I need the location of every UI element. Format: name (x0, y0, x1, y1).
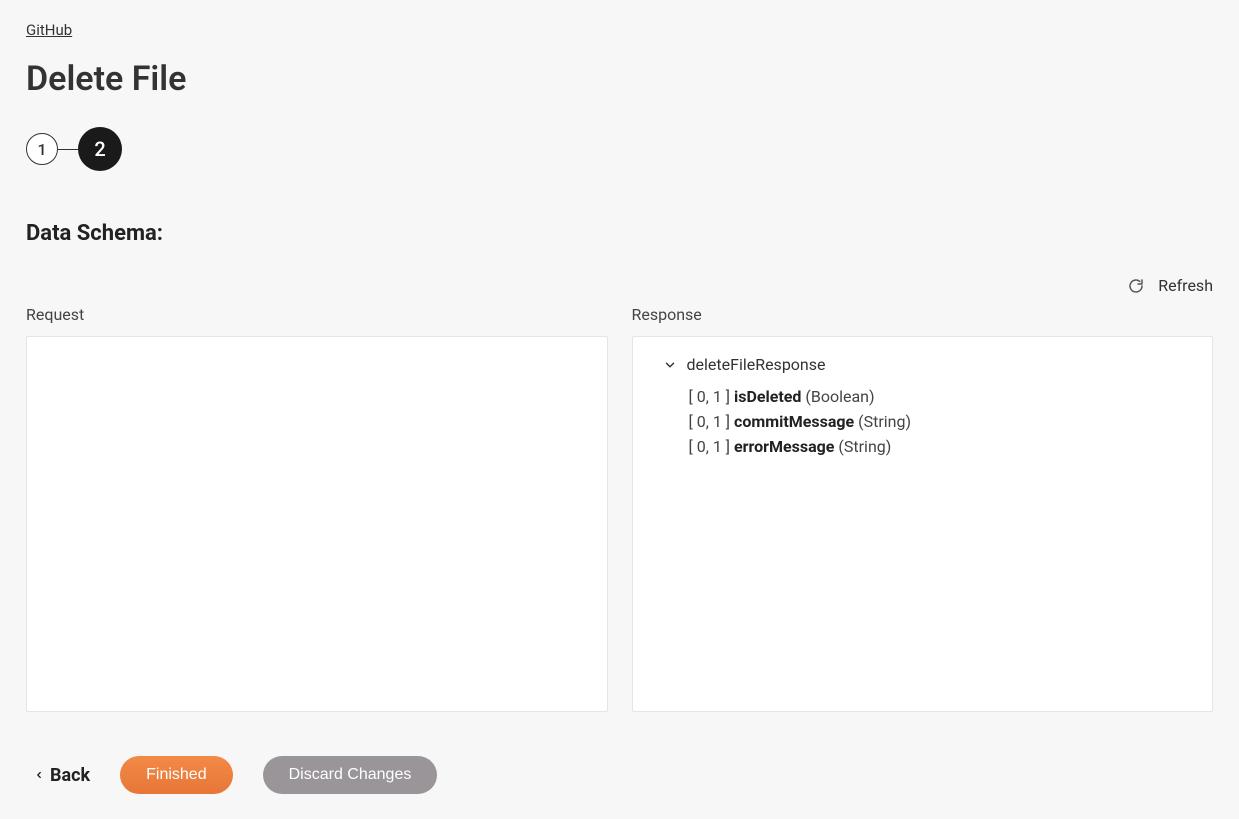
field-name: errorMessage (734, 437, 834, 456)
back-label: Back (50, 765, 90, 786)
request-panel[interactable] (26, 336, 608, 712)
chevron-down-icon (663, 358, 677, 372)
discard-button[interactable]: Discard Changes (263, 756, 438, 794)
step-connector (58, 149, 78, 150)
response-fields: [ 0, 1 ] isDeleted (Boolean) [ 0, 1 ] co… (649, 384, 1197, 459)
section-title: Data Schema: (26, 221, 1213, 246)
refresh-button[interactable]: Refresh (1128, 276, 1213, 295)
step-2[interactable]: 2 (78, 127, 122, 171)
stepper: 1 2 (26, 127, 1213, 171)
refresh-label: Refresh (1158, 276, 1213, 295)
page-title: Delete File (26, 59, 1213, 99)
field-cardinality: [ 0, 1 ] (689, 387, 731, 406)
request-label: Request (26, 305, 608, 324)
field-cardinality: [ 0, 1 ] (689, 412, 731, 431)
response-panel[interactable]: deleteFileResponse [ 0, 1 ] isDeleted (B… (632, 336, 1214, 712)
footer-actions: Back Finished Discard Changes (26, 756, 1213, 794)
field-type: (Boolean) (805, 387, 874, 406)
field-type: (String) (838, 437, 891, 456)
field-name: commitMessage (734, 412, 854, 431)
response-root-label: deleteFileResponse (687, 355, 826, 374)
response-field[interactable]: [ 0, 1 ] commitMessage (String) (689, 409, 1197, 434)
breadcrumb-link[interactable]: GitHub (26, 21, 72, 39)
field-type: (String) (858, 412, 911, 431)
back-button[interactable]: Back (26, 765, 90, 786)
field-cardinality: [ 0, 1 ] (689, 437, 731, 456)
response-label: Response (632, 305, 1214, 324)
response-root-node[interactable]: deleteFileResponse (649, 355, 1197, 374)
refresh-icon (1128, 278, 1144, 294)
response-field[interactable]: [ 0, 1 ] errorMessage (String) (689, 434, 1197, 459)
step-1[interactable]: 1 (26, 133, 58, 165)
chevron-left-icon (34, 768, 44, 782)
finished-button[interactable]: Finished (120, 756, 232, 794)
response-field[interactable]: [ 0, 1 ] isDeleted (Boolean) (689, 384, 1197, 409)
field-name: isDeleted (734, 387, 801, 406)
